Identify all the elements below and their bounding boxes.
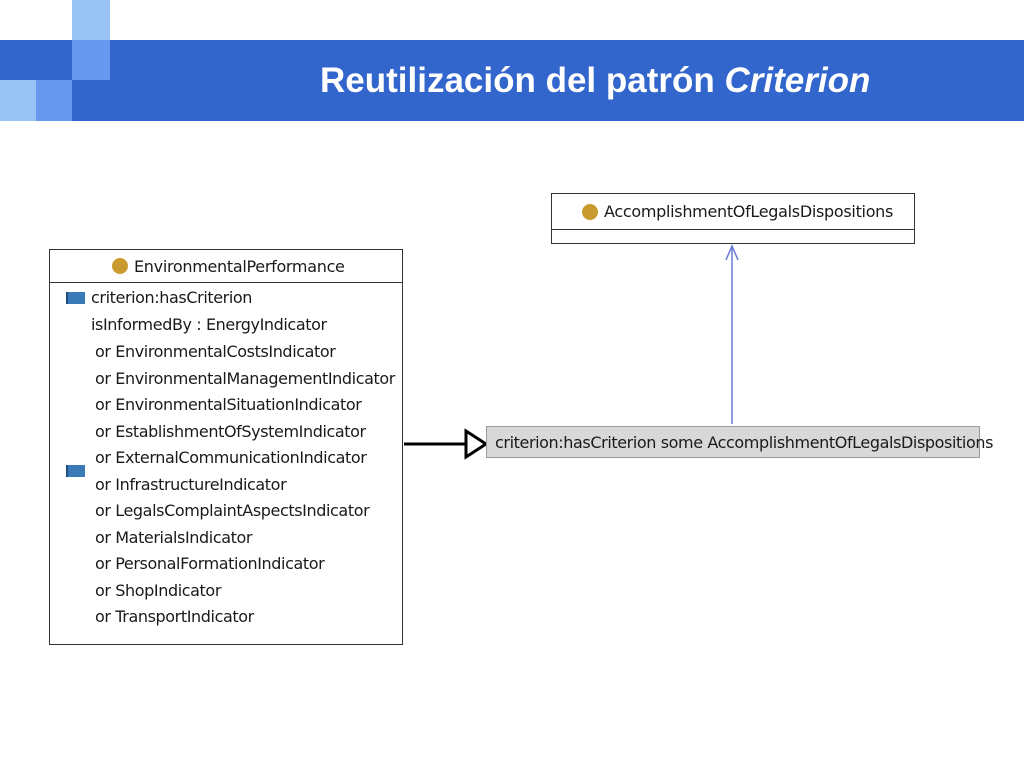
class-row: or EnvironmentalCostsIndicator (95, 342, 336, 361)
class-row: or EstablishmentOfSystemIndicator (95, 422, 366, 441)
class-circle-icon (112, 258, 128, 274)
class-circle-icon (582, 203, 598, 220)
class-header: AccomplishmentOfLegalsDispositions (552, 194, 914, 230)
class-box-accomplishment[interactable]: AccomplishmentOfLegalsDispositions (551, 193, 915, 244)
class-header: EnvironmentalPerformance (50, 250, 402, 283)
class-name: EnvironmentalPerformance (134, 256, 345, 276)
class-row: or ShopIndicator (95, 581, 221, 600)
class-row: criterion:hasCriterion (91, 288, 253, 307)
class-row: or InfrastructureIndicator (95, 475, 287, 494)
class-row: or LegalsComplaintAspectsIndicator (95, 501, 370, 520)
class-row: isInformedBy : EnergyIndicator (91, 315, 327, 334)
property-square-icon (66, 292, 85, 304)
class-row: or ExternalCommunicationIndicator (95, 448, 367, 467)
class-row: or PersonalFormationIndicator (95, 554, 325, 573)
class-row: or EnvironmentalManagementIndicator (95, 369, 395, 388)
restriction-node[interactable]: criterion:hasCriterion some Accomplishme… (486, 426, 993, 458)
class-row: or MaterialsIndicator (95, 528, 253, 547)
class-row: or TransportIndicator (95, 607, 254, 626)
class-box-environmental-performance[interactable]: EnvironmentalPerformance criterion:hasCr… (49, 249, 403, 645)
property-square-icon (66, 465, 85, 477)
class-row: or EnvironmentalSituationIndicator (95, 395, 362, 414)
class-name: AccomplishmentOfLegalsDispositions (604, 202, 894, 221)
subclass-arrowhead (464, 428, 489, 460)
